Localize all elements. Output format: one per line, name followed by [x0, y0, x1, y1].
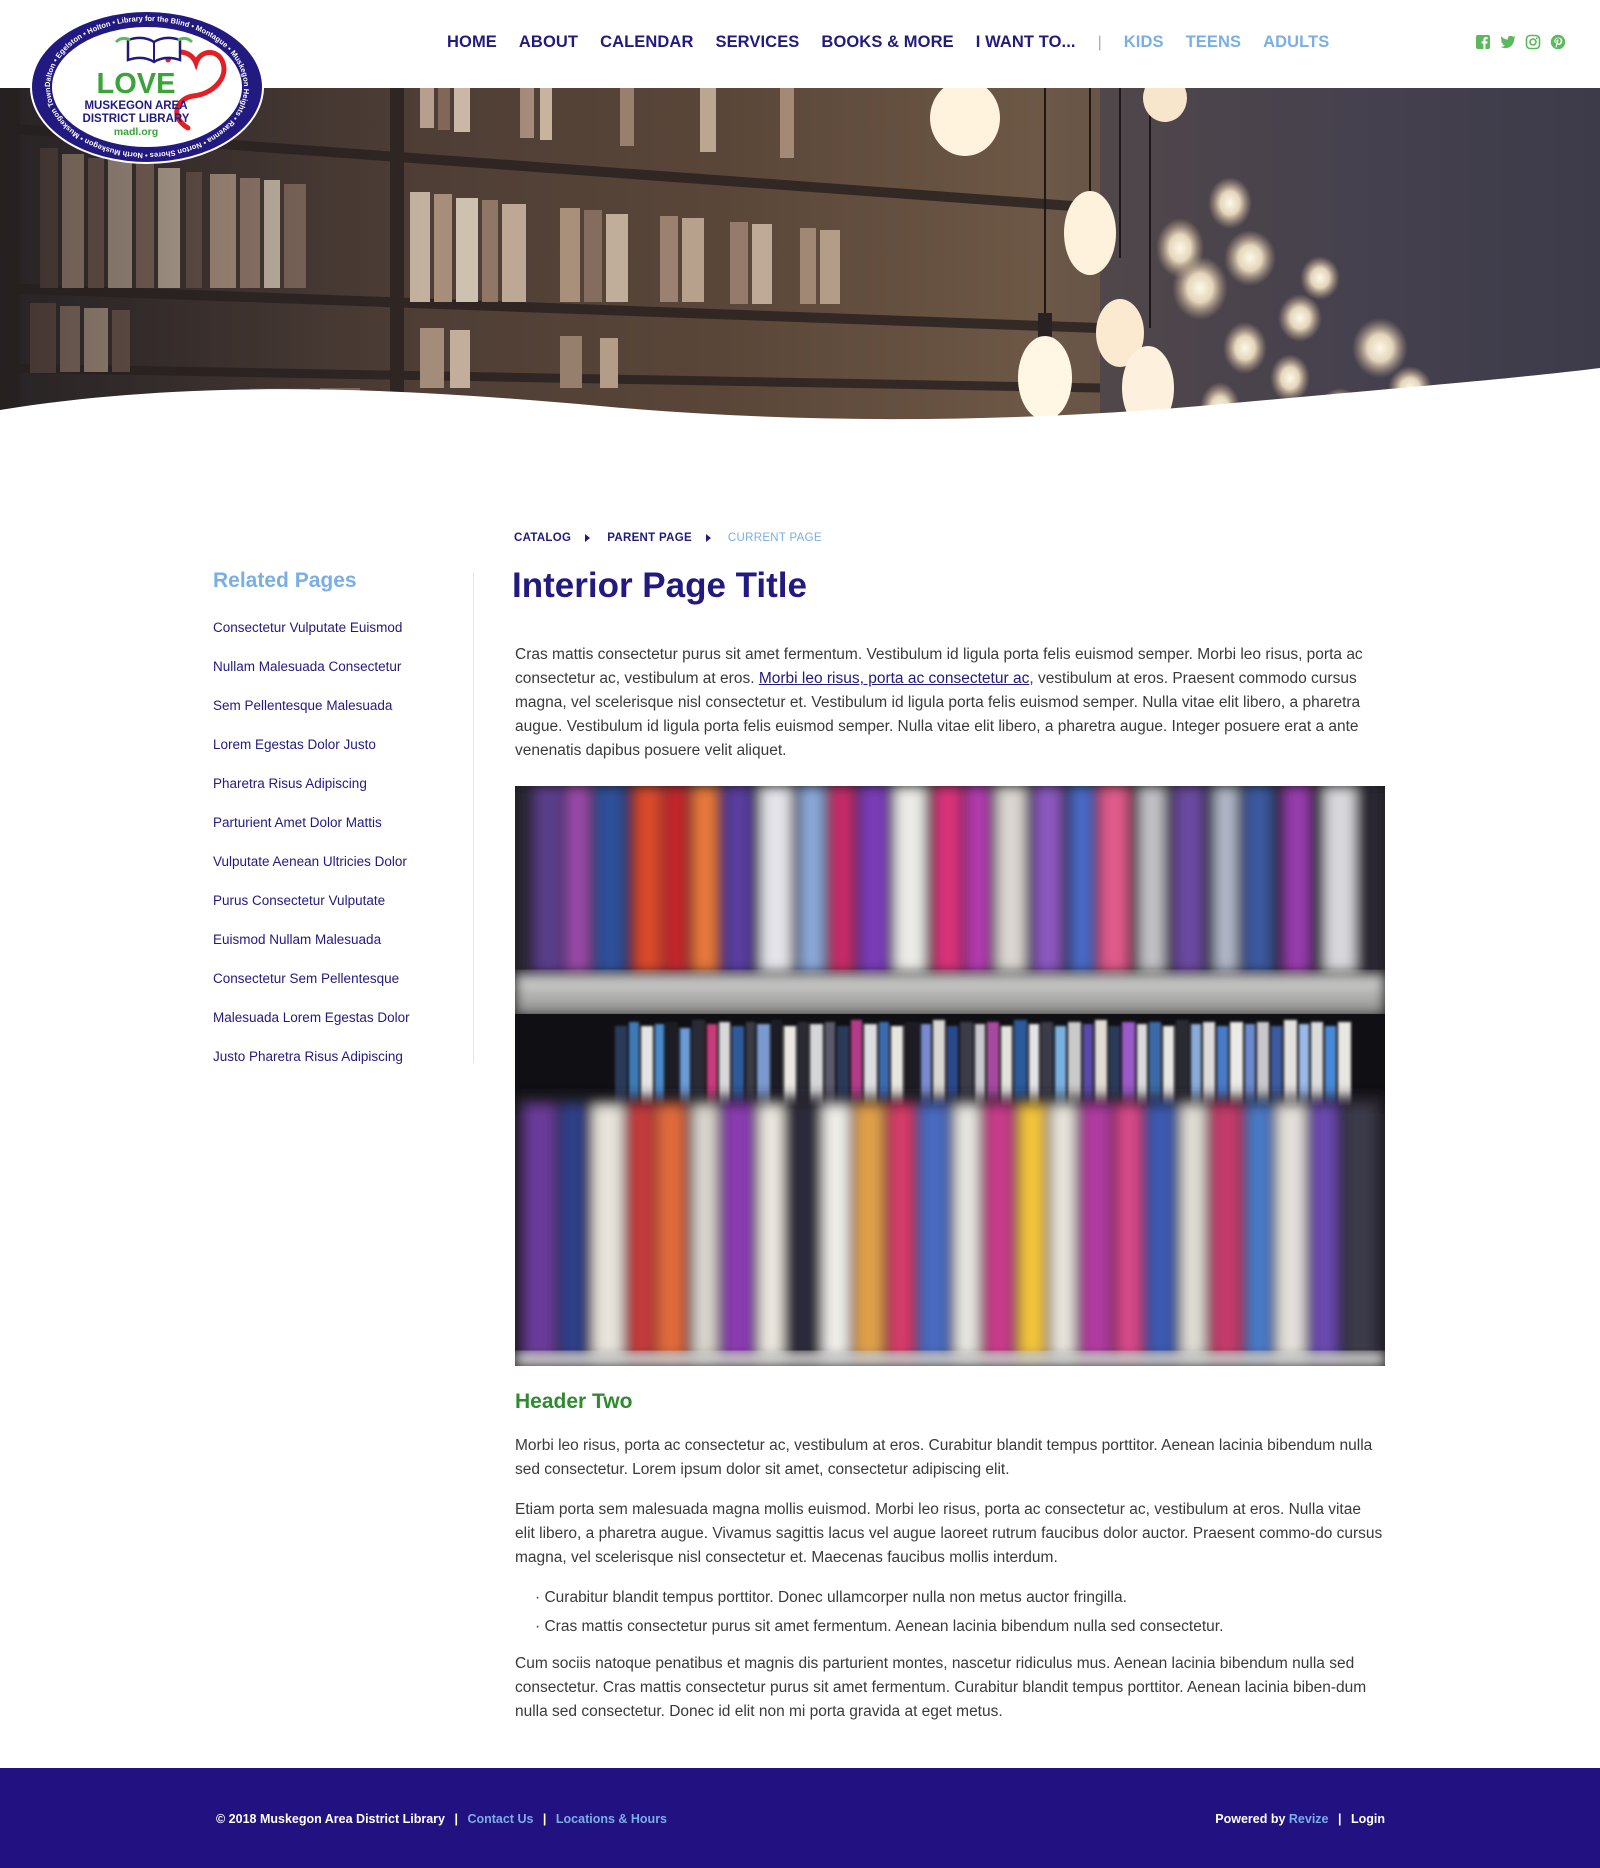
- footer-separator: |: [454, 1812, 458, 1826]
- section-header-two: Header Two: [515, 1390, 633, 1413]
- related-pages-list: Consectetur Vulputate Euismod Nullam Mal…: [213, 619, 410, 1087]
- bookshelf-image: [515, 786, 1385, 1366]
- nav-i-want-to[interactable]: I WANT TO...: [976, 33, 1076, 52]
- list-item: Lorem Egestas Dolor Justo: [213, 736, 410, 775]
- footer-right: Powered by Revize | Login: [1215, 1812, 1385, 1826]
- logo-url: madl.org: [114, 126, 158, 138]
- social-links: [1466, 34, 1566, 50]
- nav-adults[interactable]: ADULTS: [1263, 33, 1329, 52]
- logo-line1: MUSKEGON AREA: [84, 100, 187, 112]
- body-paragraph: Cum sociis natoque penatibus et magnis d…: [515, 1655, 1367, 1720]
- bullet-list: Curabitur blandit tempus porttitor. Done…: [535, 1583, 1223, 1641]
- related-link[interactable]: Parturient Amet Dolor Mattis: [213, 815, 382, 830]
- list-item: Curabitur blandit tempus porttitor. Done…: [535, 1583, 1223, 1612]
- instagram-icon[interactable]: [1525, 34, 1541, 50]
- footer-contact-link[interactable]: Contact Us: [467, 1812, 533, 1826]
- list-item: Euismod Nullam Malesuada: [213, 931, 410, 970]
- footer-powered-by: Powered by: [1215, 1812, 1286, 1826]
- list-item: Justo Pharetra Risus Adipiscing: [213, 1048, 410, 1087]
- body-paragraph: Etiam porta sem malesuada magna mollis e…: [515, 1501, 1383, 1566]
- main-nav: HOME ABOUT CALENDAR SERVICES BOOKS & MOR…: [447, 33, 1351, 52]
- body-paragraph: Morbi leo risus, porta ac consectetur ac…: [515, 1437, 1373, 1478]
- twitter-icon[interactable]: [1500, 34, 1516, 50]
- nav-books-more[interactable]: BOOKS & MORE: [821, 33, 953, 52]
- nav-calendar[interactable]: CALENDAR: [600, 33, 693, 52]
- list-item: Cras mattis consectetur purus sit amet f…: [535, 1612, 1223, 1641]
- nav-home[interactable]: HOME: [447, 33, 497, 52]
- intro-inline-link[interactable]: Morbi leo risus, porta ac consectetur ac: [759, 670, 1030, 687]
- breadcrumb-current: CURRENT PAGE: [727, 532, 822, 544]
- nav-about[interactable]: ABOUT: [519, 33, 578, 52]
- footer-separator: |: [542, 1812, 547, 1826]
- list-item: Sem Pellentesque Malesuada: [213, 697, 410, 736]
- footer-login-link[interactable]: Login: [1351, 1812, 1385, 1826]
- list-item: Vulputate Aenean Ultricies Dolor: [213, 853, 410, 892]
- nav-services[interactable]: SERVICES: [715, 33, 799, 52]
- related-link[interactable]: Purus Consectetur Vulputate: [213, 893, 385, 908]
- intro-paragraph: Cras mattis consectetur purus sit amet f…: [515, 643, 1385, 763]
- related-link[interactable]: Vulputate Aenean Ultricies Dolor: [213, 854, 407, 869]
- related-link[interactable]: Malesuada Lorem Egestas Dolor: [213, 1010, 410, 1025]
- breadcrumb: CATALOG PARENT PAGE CURRENT PAGE: [514, 532, 822, 544]
- footer-left: © 2018 Muskegon Area District Library | …: [216, 1812, 667, 1826]
- related-link[interactable]: Consectetur Sem Pellentesque: [213, 971, 399, 986]
- related-link[interactable]: Lorem Egestas Dolor Justo: [213, 737, 376, 752]
- footer-locations-link[interactable]: Locations & Hours: [556, 1812, 667, 1826]
- list-item: Consectetur Vulputate Euismod: [213, 619, 410, 658]
- footer-copyright: © 2018 Muskegon Area District Library: [216, 1812, 445, 1826]
- related-link[interactable]: Justo Pharetra Risus Adipiscing: [213, 1049, 403, 1064]
- list-item: Parturient Amet Dolor Mattis: [213, 814, 410, 853]
- pinterest-icon[interactable]: [1550, 34, 1566, 50]
- sidebar-divider: [473, 573, 474, 1063]
- list-item: Nullam Malesuada Consectetur: [213, 658, 410, 697]
- related-link[interactable]: Euismod Nullam Malesuada: [213, 932, 381, 947]
- site-footer: © 2018 Muskegon Area District Library | …: [0, 1768, 1600, 1868]
- footer-revize-link[interactable]: Revize: [1289, 1812, 1329, 1826]
- related-link[interactable]: Pharetra Risus Adipiscing: [213, 776, 367, 791]
- facebook-icon[interactable]: [1475, 34, 1491, 50]
- related-link[interactable]: Nullam Malesuada Consectetur: [213, 659, 401, 674]
- page-title: Interior Page Title: [512, 566, 807, 605]
- library-logo[interactable]: Dalton • Egelston • Holton • Library for…: [26, 1, 266, 166]
- nav-separator: |: [1097, 33, 1102, 51]
- breadcrumb-arrow-icon: [705, 534, 711, 542]
- related-pages-title: Related Pages: [213, 569, 357, 592]
- logo-love-text: LOVE: [97, 68, 176, 100]
- list-item: Purus Consectetur Vulputate: [213, 892, 410, 931]
- breadcrumb-catalog[interactable]: CATALOG: [514, 532, 571, 544]
- list-item: Malesuada Lorem Egestas Dolor: [213, 1009, 410, 1048]
- nav-kids[interactable]: KIDS: [1124, 33, 1164, 52]
- related-link[interactable]: Sem Pellentesque Malesuada: [213, 698, 392, 713]
- logo-line2: DISTRICT LIBRARY: [83, 113, 190, 125]
- footer-separator: |: [1338, 1812, 1342, 1826]
- nav-teens[interactable]: TEENS: [1186, 33, 1242, 52]
- breadcrumb-arrow-icon: [585, 534, 591, 542]
- list-item: Pharetra Risus Adipiscing: [213, 775, 410, 814]
- breadcrumb-parent[interactable]: PARENT PAGE: [607, 532, 692, 544]
- list-item: Consectetur Sem Pellentesque: [213, 970, 410, 1009]
- related-link[interactable]: Consectetur Vulputate Euismod: [213, 620, 402, 635]
